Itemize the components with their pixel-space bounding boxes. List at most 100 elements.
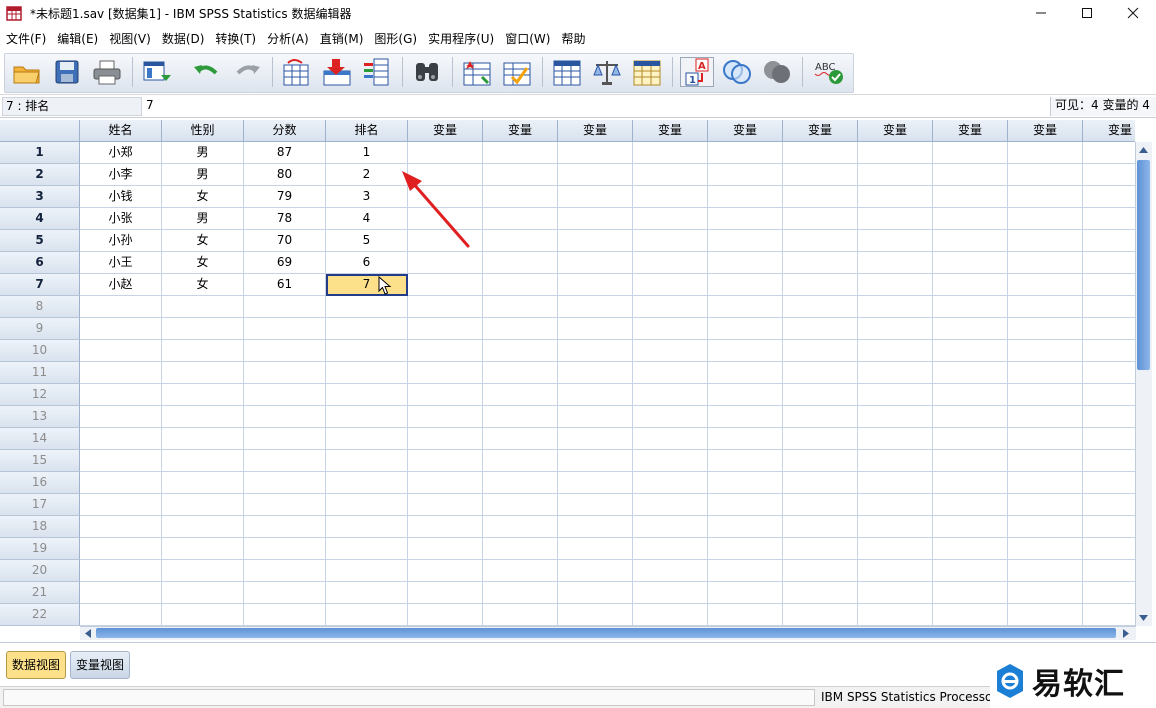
data-cell[interactable] xyxy=(708,450,783,472)
data-cell[interactable] xyxy=(858,208,933,230)
column-header[interactable]: 变量 xyxy=(558,120,633,142)
data-cell[interactable] xyxy=(1083,582,1135,604)
data-cell[interactable] xyxy=(558,560,633,582)
data-cell[interactable] xyxy=(1083,384,1135,406)
data-cell[interactable] xyxy=(80,340,162,362)
data-cell[interactable] xyxy=(858,582,933,604)
row-header[interactable]: 2 xyxy=(0,164,80,186)
data-cell[interactable] xyxy=(783,538,858,560)
data-cell[interactable] xyxy=(858,560,933,582)
data-cell[interactable] xyxy=(326,450,408,472)
data-cell[interactable]: 87 xyxy=(244,142,326,164)
data-cell[interactable] xyxy=(1008,274,1083,296)
data-cell[interactable] xyxy=(1008,472,1083,494)
column-header[interactable]: 排名 xyxy=(326,120,408,142)
data-cell[interactable] xyxy=(80,296,162,318)
data-cell[interactable] xyxy=(1008,340,1083,362)
data-cell[interactable] xyxy=(633,450,708,472)
data-cell[interactable]: 79 xyxy=(244,186,326,208)
open-folder-icon[interactable] xyxy=(10,57,44,87)
data-cell[interactable] xyxy=(933,604,1008,626)
data-cell[interactable] xyxy=(633,428,708,450)
data-cell[interactable] xyxy=(483,494,558,516)
data-cell[interactable] xyxy=(933,582,1008,604)
row-header[interactable]: 13 xyxy=(0,406,80,428)
data-cell[interactable] xyxy=(633,164,708,186)
data-cell[interactable] xyxy=(933,538,1008,560)
data-cell[interactable] xyxy=(933,384,1008,406)
data-cell[interactable] xyxy=(244,538,326,560)
data-cell[interactable] xyxy=(244,450,326,472)
undo-icon[interactable] xyxy=(190,57,224,87)
data-cell[interactable] xyxy=(162,516,244,538)
data-cell[interactable] xyxy=(558,472,633,494)
data-cell[interactable] xyxy=(162,406,244,428)
data-cell[interactable]: 小李 xyxy=(80,164,162,186)
data-cell[interactable] xyxy=(783,582,858,604)
select-cases-icon[interactable] xyxy=(630,57,664,87)
column-header[interactable]: 姓名 xyxy=(80,120,162,142)
data-cell[interactable] xyxy=(244,362,326,384)
data-cell[interactable] xyxy=(933,494,1008,516)
data-cell[interactable] xyxy=(933,164,1008,186)
data-cell[interactable] xyxy=(558,538,633,560)
data-cell[interactable]: 1 xyxy=(326,142,408,164)
data-cell[interactable] xyxy=(244,582,326,604)
data-cell[interactable] xyxy=(408,340,483,362)
data-cell[interactable] xyxy=(1008,208,1083,230)
data-cell[interactable] xyxy=(783,230,858,252)
data-cell[interactable] xyxy=(162,362,244,384)
data-cell[interactable] xyxy=(408,208,483,230)
row-header[interactable]: 8 xyxy=(0,296,80,318)
column-header[interactable]: 变量 xyxy=(858,120,933,142)
data-cell[interactable]: 5 xyxy=(326,230,408,252)
data-cell[interactable] xyxy=(558,252,633,274)
data-cell[interactable] xyxy=(80,384,162,406)
data-cell[interactable] xyxy=(708,186,783,208)
data-cell[interactable] xyxy=(80,494,162,516)
data-cell[interactable] xyxy=(708,604,783,626)
data-cell[interactable] xyxy=(326,362,408,384)
data-cell[interactable] xyxy=(244,340,326,362)
row-header[interactable]: 18 xyxy=(0,516,80,538)
data-cell[interactable]: 小王 xyxy=(80,252,162,274)
data-cell[interactable] xyxy=(483,340,558,362)
show-all-variables-icon[interactable] xyxy=(760,57,794,87)
column-header[interactable]: 变量 xyxy=(708,120,783,142)
data-cell[interactable] xyxy=(558,604,633,626)
data-cell[interactable] xyxy=(558,318,633,340)
data-cell[interactable]: 小钱 xyxy=(80,186,162,208)
data-cell[interactable] xyxy=(483,296,558,318)
data-cell[interactable] xyxy=(326,582,408,604)
data-cell[interactable] xyxy=(244,406,326,428)
data-cell[interactable] xyxy=(558,230,633,252)
data-cell[interactable] xyxy=(408,142,483,164)
insert-variable-icon[interactable] xyxy=(500,57,534,87)
data-cell[interactable] xyxy=(1008,384,1083,406)
data-cell[interactable]: 小郑 xyxy=(80,142,162,164)
data-cell[interactable] xyxy=(483,472,558,494)
data-cell[interactable] xyxy=(1008,538,1083,560)
data-cell[interactable] xyxy=(1083,560,1135,582)
selected-data-cell[interactable]: 7 xyxy=(326,274,408,296)
data-cell[interactable] xyxy=(1083,274,1135,296)
data-cell[interactable] xyxy=(80,318,162,340)
data-cell[interactable] xyxy=(558,142,633,164)
data-cell[interactable] xyxy=(408,362,483,384)
data-cell[interactable]: 女 xyxy=(162,230,244,252)
data-cell[interactable] xyxy=(326,406,408,428)
data-cell[interactable] xyxy=(483,560,558,582)
data-cell[interactable]: 2 xyxy=(326,164,408,186)
data-cell[interactable] xyxy=(708,472,783,494)
data-cell[interactable] xyxy=(858,406,933,428)
data-cell[interactable] xyxy=(858,230,933,252)
data-cell[interactable] xyxy=(783,362,858,384)
data-cell[interactable]: 70 xyxy=(244,230,326,252)
data-cell[interactable] xyxy=(326,560,408,582)
data-cell[interactable] xyxy=(408,450,483,472)
column-header[interactable]: 变量 xyxy=(1083,120,1135,142)
data-cell[interactable] xyxy=(933,208,1008,230)
data-cell[interactable]: 小张 xyxy=(80,208,162,230)
data-cell[interactable] xyxy=(933,142,1008,164)
data-cell[interactable] xyxy=(858,362,933,384)
